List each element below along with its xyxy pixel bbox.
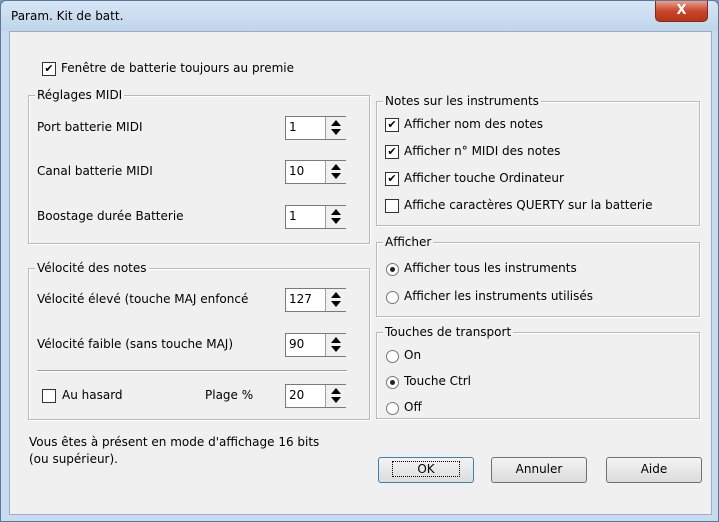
show-all-instruments-label: Afficher tous les instruments: [404, 261, 577, 275]
range-spinner[interactable]: 20: [285, 384, 346, 408]
transport-off-label: Off: [404, 400, 422, 414]
velocity-separator: [37, 370, 347, 372]
show-used-instruments-radio[interactable]: [386, 291, 399, 304]
show-note-names-checkbox[interactable]: ✔: [385, 118, 399, 132]
transport-on-label: On: [404, 348, 422, 362]
midi-channel-spinner[interactable]: 10: [285, 160, 346, 184]
spinner-arrows-icon[interactable]: [325, 117, 346, 139]
velocity-high-label: Vélocité élevé (touche MAJ enfoncé: [37, 292, 249, 306]
querty-characters-label: Affiche caractères QUERTY sur la batteri…: [404, 198, 653, 212]
show-midi-numbers-checkbox[interactable]: ✔: [385, 145, 399, 159]
drum-boost-value: 1: [289, 209, 297, 223]
display-mode-info-line2: (ou supérieur).: [29, 452, 118, 466]
show-midi-numbers-label: Afficher n° MIDI des notes: [404, 144, 561, 158]
display-mode-info-line1: Vous êtes à présent en mode d'affichage …: [29, 435, 320, 449]
drum-boost-spinner[interactable]: 1: [285, 205, 346, 229]
show-computer-key-checkbox[interactable]: ✔: [385, 172, 399, 186]
midi-port-value: 1: [289, 120, 297, 134]
random-checkbox[interactable]: [42, 389, 56, 403]
close-icon[interactable]: X: [655, 1, 708, 22]
cancel-button[interactable]: Annuler: [491, 457, 587, 483]
ok-button[interactable]: OK: [378, 457, 474, 483]
midi-channel-label: Canal batterie MIDI: [37, 164, 153, 178]
notes-title: Notes sur les instruments: [383, 94, 541, 108]
show-note-names-label: Afficher nom des notes: [404, 117, 543, 131]
midi-port-spinner[interactable]: 1: [285, 116, 346, 140]
velocity-title: Vélocité des notes: [35, 261, 149, 275]
velocity-low-label: Vélocité faible (sans touche MAJ): [37, 337, 234, 351]
show-computer-key-label: Afficher touche Ordinateur: [404, 171, 564, 185]
display-title: Afficher: [383, 235, 434, 249]
querty-characters-checkbox[interactable]: [385, 199, 399, 213]
always-on-top-label: Fenêtre de batterie toujours au premie: [61, 61, 295, 75]
show-all-instruments-radio[interactable]: [386, 263, 399, 276]
range-value: 20: [289, 388, 305, 402]
spinner-arrows-icon[interactable]: [325, 334, 346, 356]
drum-boost-label: Boostage durée Batterie: [37, 209, 184, 223]
window-title: Param. Kit de batt.: [11, 9, 124, 23]
spinner-arrows-icon[interactable]: [325, 206, 346, 228]
spinner-arrows-icon[interactable]: [325, 289, 346, 311]
dialog-client-area: ✔ Fenêtre de batterie toujours au premie…: [9, 31, 712, 515]
dialog-window: Param. Kit de batt. X ✔ Fenêtre de batte…: [0, 0, 719, 522]
midi-channel-value: 10: [289, 164, 305, 178]
midi-settings-title: Réglages MIDI: [35, 88, 125, 102]
velocity-low-value: 90: [289, 337, 305, 351]
random-label: Au hasard: [62, 388, 123, 402]
transport-ctrl-radio[interactable]: [386, 376, 399, 389]
transport-title: Touches de transport: [383, 325, 514, 339]
velocity-high-spinner[interactable]: 127: [285, 288, 346, 312]
spinner-arrows-icon[interactable]: [325, 385, 346, 407]
velocity-high-value: 127: [289, 292, 312, 306]
velocity-low-spinner[interactable]: 90: [285, 333, 346, 357]
range-label: Plage %: [205, 388, 254, 402]
help-button[interactable]: Aide: [606, 457, 702, 483]
transport-on-radio[interactable]: [386, 350, 399, 363]
always-on-top-checkbox[interactable]: ✔: [42, 62, 56, 76]
transport-ctrl-label: Touche Ctrl: [404, 374, 471, 388]
transport-off-radio[interactable]: [386, 402, 399, 415]
midi-port-label: Port batterie MIDI: [37, 120, 143, 134]
spinner-arrows-icon[interactable]: [325, 161, 346, 183]
ok-button-label: OK: [392, 461, 460, 477]
title-bar[interactable]: Param. Kit de batt. X: [1, 1, 718, 31]
display-group: Afficher: [376, 235, 700, 317]
show-used-instruments-label: Afficher les instruments utilisés: [404, 289, 594, 303]
